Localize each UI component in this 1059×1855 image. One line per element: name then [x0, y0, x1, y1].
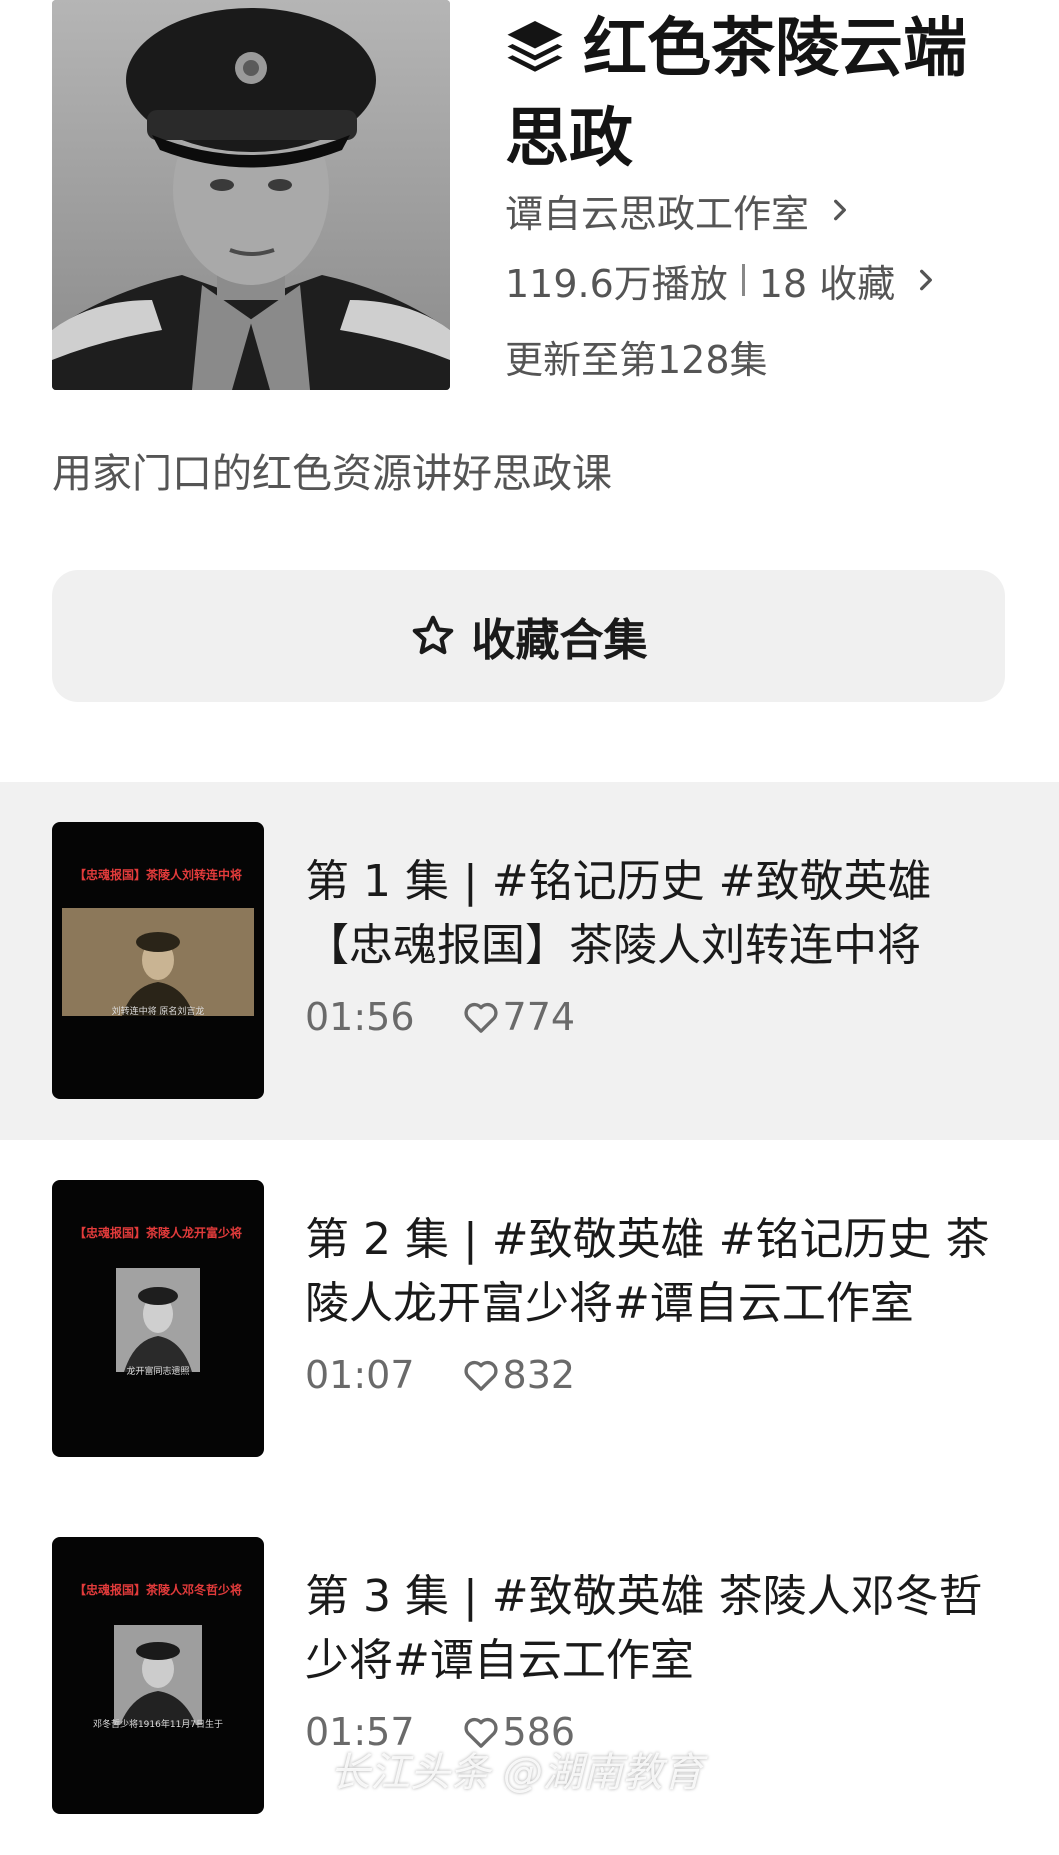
- thumbnail-banner: 【忠魂报国】茶陵人邓冬哲少将: [73, 1583, 242, 1597]
- source-watermark: 长江头条 @湖南教育: [330, 1750, 703, 1796]
- author-link[interactable]: 谭自云思政工作室: [505, 180, 853, 240]
- episode-title: 第 2 集 | #致敬英雄 #铭记历史 茶陵人龙开富少将#谭自云工作室: [305, 1214, 990, 1329]
- episode-like-count: 774: [502, 995, 576, 1039]
- episode-title: 第 3 集 | #致敬英雄 茶陵人邓冬哲少将#谭自云工作室: [305, 1571, 983, 1686]
- collect-collection-button[interactable]: 收藏合集: [52, 570, 1005, 702]
- collection-cover-image: [52, 0, 450, 390]
- officer-portrait-illustration: [52, 0, 450, 390]
- favorite-count: 18 收藏: [758, 261, 896, 306]
- collection-title: 红色茶陵云端思政: [505, 4, 1025, 184]
- episode-item[interactable]: 【忠魂报国】茶陵人邓冬哲少将 邓冬哲少将1916年11月7日生于 第 3 集 |…: [0, 1497, 1059, 1855]
- episode-title: 第 1 集 | #铭记历史 #致敬英雄【忠魂报国】茶陵人刘转连中将: [305, 856, 932, 971]
- episode-thumbnail: 【忠魂报国】茶陵人刘转连中将 刘转连中将 原名刘言龙: [52, 822, 264, 1099]
- officer-photo: [116, 1268, 200, 1372]
- episode-meta: 01:56 774: [305, 992, 575, 1042]
- officer-photo: [62, 908, 254, 1016]
- thumbnail-caption: 龙开富同志遗照: [126, 1367, 190, 1377]
- episode-like-count: 832: [502, 1353, 576, 1397]
- author-name: 谭自云思政工作室: [505, 191, 810, 236]
- episode-item[interactable]: 【忠魂报国】茶陵人刘转连中将 刘转连中将 原名刘言龙 第 1 集 | #铭记历史…: [0, 782, 1059, 1140]
- stats-divider: [741, 264, 745, 296]
- stack-icon: [507, 21, 563, 72]
- episode-duration: 01:07: [305, 1353, 415, 1397]
- thumbnail-banner: 【忠魂报国】茶陵人龙开富少将: [73, 1226, 242, 1240]
- officer-photo: [114, 1625, 202, 1725]
- chevron-right-icon: [920, 269, 933, 291]
- update-status: 更新至第128集: [505, 338, 768, 382]
- heart-icon: [463, 1360, 498, 1391]
- chevron-right-icon: [834, 199, 846, 221]
- episode-meta: 01:07 832: [305, 1350, 575, 1400]
- episode-thumbnail: 【忠魂报国】茶陵人邓冬哲少将 邓冬哲少将1916年11月7日生于: [52, 1537, 264, 1814]
- episode-thumbnail: 【忠魂报国】茶陵人龙开富少将 龙开富同志遗照: [52, 1180, 264, 1457]
- collection-title-text: 红色茶陵云端思政: [505, 12, 967, 176]
- play-count: 119.6万播放: [505, 261, 728, 306]
- thumbnail-caption: 刘转连中将 原名刘言龙: [111, 1007, 205, 1017]
- thumbnail-photo: [116, 1268, 200, 1372]
- heart-icon: [463, 1002, 498, 1033]
- episode-item[interactable]: 【忠魂报国】茶陵人龙开富少将 龙开富同志遗照 第 2 集 | #致敬英雄 #铭记…: [0, 1140, 1059, 1498]
- stats-link[interactable]: 119.6万播放 18 收藏: [505, 250, 939, 310]
- collection-header: 红色茶陵云端思政 谭自云思政工作室 119.6万播放 18 收藏 更新至第128…: [0, 0, 1059, 400]
- episode-duration: 01:56: [305, 995, 415, 1039]
- thumbnail-photo: [114, 1625, 202, 1725]
- thumbnail-photo: [62, 908, 254, 1016]
- thumbnail-caption: 邓冬哲少将1916年11月7日生于: [92, 1720, 224, 1730]
- collection-description: 用家门口的红色资源讲好思政课: [52, 451, 612, 497]
- collect-button-label: 收藏合集: [471, 615, 648, 666]
- star-icon: [412, 615, 453, 655]
- thumbnail-banner: 【忠魂报国】茶陵人刘转连中将: [73, 868, 242, 882]
